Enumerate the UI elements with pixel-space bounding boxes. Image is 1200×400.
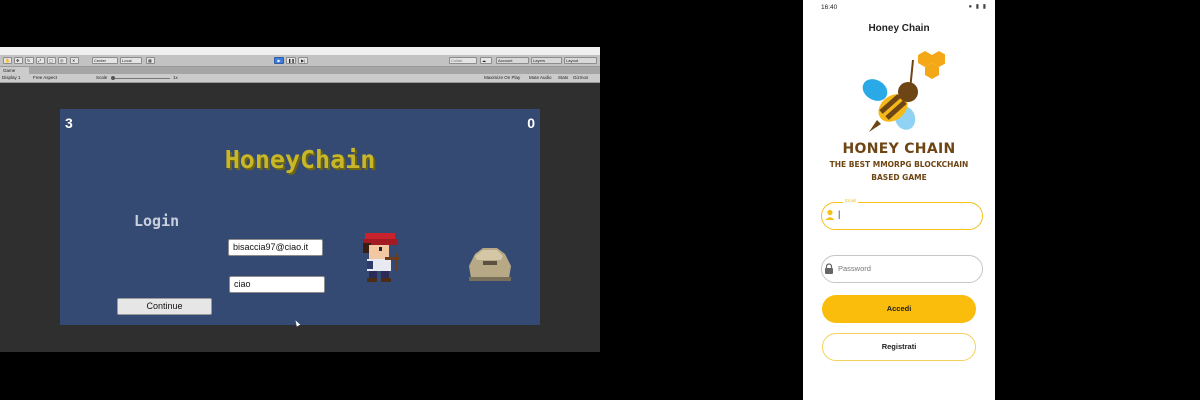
rect-tool-icon[interactable]: ▢ [47, 57, 56, 64]
tab-row: Game [0, 67, 600, 74]
game-view-toolbar: Display 1 Free Aspect Scale 1x Maximize … [0, 74, 600, 83]
email-input-value[interactable]: | [838, 209, 840, 219]
score-left: 3 [65, 115, 73, 131]
tab-game[interactable]: Game [0, 67, 29, 74]
scale-value: 1x [173, 75, 178, 80]
transform-tool-icon[interactable]: ◎ [58, 57, 67, 64]
continue-button[interactable]: Continue [117, 298, 212, 315]
scale-slider-track[interactable] [113, 77, 170, 79]
play-button[interactable]: ▶ [274, 57, 284, 64]
move-tool-icon[interactable]: ✥ [14, 57, 23, 64]
hand-tool-icon[interactable]: ✋ [3, 57, 12, 64]
app-bar-title: Honey Chain [868, 23, 930, 34]
tagline-line-2: BASED GAME [871, 173, 927, 182]
custom-tool-icon[interactable]: ✕ [70, 57, 79, 64]
password-placeholder: Password [838, 264, 871, 273]
score-right: 0 [527, 115, 535, 131]
stats-toggle[interactable]: Stats [558, 74, 568, 82]
game-screen[interactable]: 3 0 HoneyChain Login bisaccia97@ciao.it … [60, 109, 540, 325]
login-button[interactable]: Accedi [822, 295, 976, 323]
account-dropdown[interactable]: Account [496, 57, 529, 64]
scale-slider-thumb[interactable] [111, 75, 115, 80]
brand-name: HONEY CHAIN [842, 141, 956, 157]
tagline-line-1: THE BEST MMORPG BLOCKCHAIN [829, 160, 969, 169]
lock-icon [825, 263, 833, 274]
layout-dropdown[interactable]: Layout [564, 57, 597, 64]
status-icons: ● ▮ ▮ [968, 4, 987, 10]
snap-icon[interactable]: ▦ [146, 57, 155, 64]
register-button[interactable]: Registrati [822, 333, 976, 361]
mobile-app-screen: 16:40 ● ▮ ▮ Honey Chain HONEY CHAIN THE … [803, 0, 995, 400]
person-icon [825, 209, 835, 220]
gizmos-dropdown[interactable]: Gizmos [573, 74, 588, 82]
pivot-local-toggle[interactable]: Local [120, 57, 142, 64]
rock-enemy-sprite [469, 248, 511, 281]
editor-toolbar: ✋ ✥ ↻ ⤢ ▢ ◎ ✕ Center Local ▦ ▶ ❚❚ ▶| Col… [0, 55, 600, 67]
menu-bar: File Edit Assets GameObject Component Ci… [0, 47, 600, 61]
scale-label: Scale [96, 75, 108, 80]
layers-dropdown[interactable]: Layers [531, 57, 562, 64]
tab-game-label: Game [3, 68, 16, 73]
step-button[interactable]: ▶| [298, 57, 308, 64]
email-input[interactable]: bisaccia97@ciao.it [228, 239, 323, 256]
mute-audio-toggle[interactable]: Mute Audio [529, 74, 552, 82]
scale-tool-icon[interactable]: ⤢ [36, 57, 45, 64]
password-input[interactable]: ciao [229, 276, 325, 293]
aspect-dropdown[interactable]: Free Aspect [33, 74, 57, 82]
player-character-sprite [363, 233, 399, 282]
email-field[interactable] [821, 202, 983, 230]
pause-button[interactable]: ❚❚ [286, 57, 296, 64]
rotate-tool-icon[interactable]: ↻ [25, 57, 34, 64]
email-floating-label: Email [843, 198, 859, 203]
collab-dropdown[interactable]: Collab [449, 57, 477, 64]
pivot-center-toggle[interactable]: Center [92, 57, 118, 64]
status-time: 16:40 [821, 4, 838, 11]
maximize-on-play-toggle[interactable]: Maximize On Play [484, 74, 520, 82]
cloud-icon[interactable]: ☁ [480, 57, 492, 64]
display-dropdown[interactable]: Display 1 [2, 74, 21, 82]
bee-logo-icon [862, 51, 945, 132]
game-title: HoneyChain [224, 145, 376, 174]
login-heading: Login [134, 212, 180, 230]
